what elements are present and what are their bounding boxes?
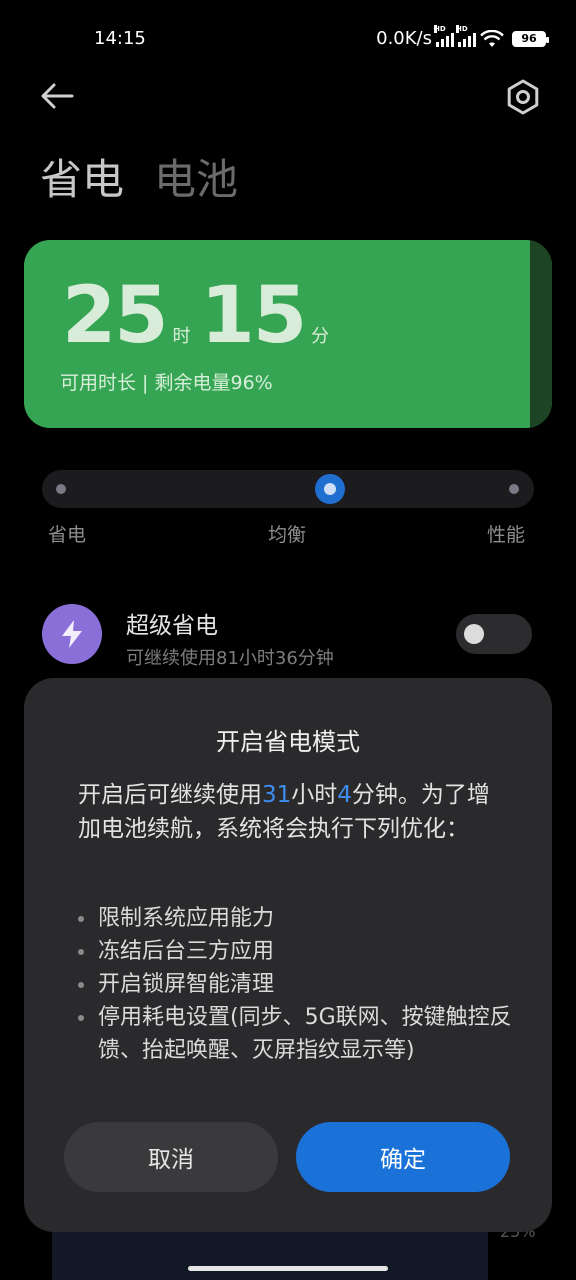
network-speed: 0.0K/s [376, 28, 432, 49]
minutes-unit: 分 [311, 326, 330, 347]
list-item: 限制系统应用能力 [74, 902, 514, 935]
mode-dot-saving[interactable] [56, 484, 66, 494]
hours-unit: 时 [172, 326, 191, 347]
battery-remaining-card: 25 时 15 分 可用时长 | 剩余电量96% [24, 240, 552, 428]
mode-slider-thumb[interactable] [315, 474, 345, 504]
back-button[interactable] [38, 78, 78, 114]
super-saving-subtitle: 可继续使用81小时36分钟 [126, 648, 334, 669]
tab-battery[interactable]: 电池 [154, 146, 238, 207]
signal-icon: HD [434, 24, 454, 47]
mode-label-balanced[interactable]: 均衡 [268, 520, 306, 547]
signal-tag: HD [434, 24, 446, 33]
signal-tag-2: HD [456, 24, 468, 33]
confirm-button[interactable]: 确定 [296, 1122, 510, 1192]
cancel-button[interactable]: 取消 [64, 1122, 278, 1192]
mode-label-saving[interactable]: 省电 [48, 520, 86, 547]
remaining-time: 25 时 15 分 [62, 276, 339, 356]
body-mid: 小时 [291, 782, 338, 808]
mode-label-performance[interactable]: 性能 [487, 520, 525, 547]
battery-icon: 96 [512, 30, 549, 47]
body-hours: 31 [262, 782, 292, 808]
list-item: 开启锁屏智能清理 [74, 968, 514, 1001]
body-minutes: 4 [337, 782, 352, 808]
lightning-icon [42, 604, 102, 664]
remaining-minutes: 15 [200, 271, 308, 361]
signal-icon-2: HD [456, 24, 476, 47]
wifi-icon [480, 29, 504, 47]
toggle-knob [464, 624, 484, 644]
card-subtitle: 可用时长 | 剩余电量96% [60, 372, 273, 394]
dialog-title: 开启省电模式 [216, 728, 360, 756]
status-icons: 0.0K/s HD HD 96 [376, 24, 549, 49]
status-bar: 14:15 0.0K/s HD HD 96 [0, 24, 576, 54]
gear-icon [507, 79, 539, 115]
power-mode-slider[interactable] [42, 470, 534, 508]
status-time: 14:15 [94, 28, 146, 49]
back-arrow-icon [41, 83, 74, 109]
page-tabs: 省电 电池 [40, 146, 238, 207]
super-saving-toggle[interactable] [456, 614, 532, 654]
list-item: 停用耗电设置(同步、5G联网、按键触控反馈、抬起唤醒、灭屏指纹显示等) [74, 1001, 514, 1067]
remaining-hours: 25 [62, 271, 169, 361]
tab-power-saving[interactable]: 省电 [40, 146, 124, 207]
optimization-list: 限制系统应用能力 冻结后台三方应用 开启锁屏智能清理 停用耗电设置(同步、5G联… [74, 902, 514, 1067]
dialog-body: 开启后可继续使用31小时4分钟。为了增加电池续航，系统将会执行下列优化： [78, 778, 508, 846]
super-saving-title: 超级省电 [126, 613, 218, 639]
mode-dot-performance[interactable] [509, 484, 519, 494]
settings-button[interactable] [502, 76, 544, 118]
power-saving-dialog: 开启省电模式 开启后可继续使用31小时4分钟。为了增加电池续航，系统将会执行下列… [24, 678, 552, 1232]
card-edge [530, 240, 552, 428]
list-item: 冻结后台三方应用 [74, 935, 514, 968]
home-indicator[interactable] [188, 1266, 388, 1271]
body-pre: 开启后可继续使用 [78, 782, 262, 808]
